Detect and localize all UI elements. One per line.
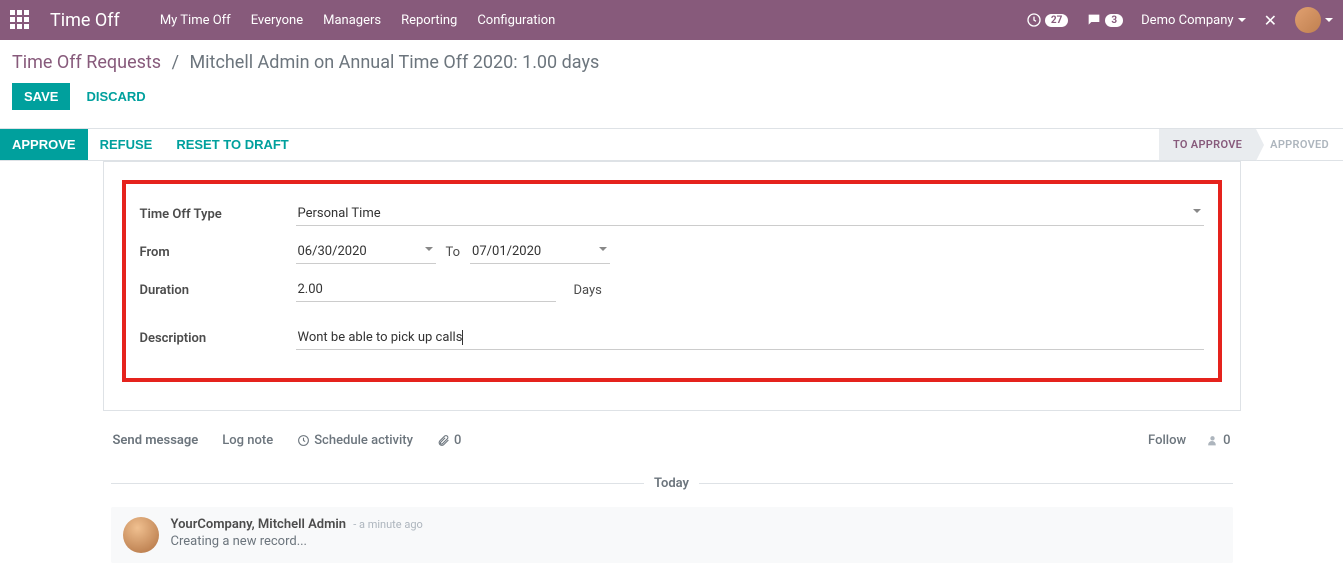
label-duration: Duration xyxy=(140,283,296,298)
row-from: From To xyxy=(140,240,1204,264)
chevron-down-icon[interactable] xyxy=(1193,209,1201,213)
follow-button[interactable]: Follow xyxy=(1148,433,1186,448)
description-input[interactable]: Wont be able to pick up calls xyxy=(296,326,1204,350)
chevron-down-icon xyxy=(1325,18,1333,22)
nav-configuration[interactable]: Configuration xyxy=(477,13,555,28)
row-description: Description Wont be able to pick up call… xyxy=(140,326,1204,350)
label-to: To xyxy=(446,245,461,260)
status-bar: Approve Refuse Reset to Draft To Approve… xyxy=(0,128,1343,161)
label-from: From xyxy=(140,245,296,260)
paperclip-icon xyxy=(437,434,450,447)
user-menu[interactable] xyxy=(1295,7,1333,33)
chevron-down-icon[interactable] xyxy=(599,247,607,251)
chat-badge: 3 xyxy=(1105,14,1123,27)
breadcrumb-root[interactable]: Time Off Requests xyxy=(12,52,161,73)
message-header: YourCompany, Mitchell Admin - a minute a… xyxy=(171,517,1221,532)
row-duration: Duration Days xyxy=(140,278,1204,302)
type-field-wrap xyxy=(296,202,1204,226)
message-body: YourCompany, Mitchell Admin - a minute a… xyxy=(171,517,1221,553)
divider-today-label: Today xyxy=(654,476,689,491)
row-type: Time Off Type xyxy=(140,202,1204,226)
attachments-button[interactable]: 0 xyxy=(437,433,461,448)
save-button[interactable]: Save xyxy=(12,83,70,110)
discard-button[interactable]: Discard xyxy=(86,89,145,104)
chevron-down-icon[interactable] xyxy=(425,247,433,251)
label-days: Days xyxy=(574,283,602,298)
chatter: Send message Log note Schedule activity … xyxy=(103,411,1241,579)
nav-everyone[interactable]: Everyone xyxy=(251,13,303,28)
duration-input[interactable] xyxy=(296,278,556,302)
description-value: Wont be able to pick up calls xyxy=(298,330,464,345)
breadcrumb-area: Time Off Requests / Mitchell Admin on An… xyxy=(0,40,1343,118)
company-name-label: Demo Company xyxy=(1141,13,1233,28)
from-date-input[interactable] xyxy=(296,240,436,264)
clock-icon xyxy=(1026,12,1042,28)
avatar xyxy=(1295,7,1321,33)
action-buttons: Save Discard xyxy=(12,83,1331,110)
approve-button[interactable]: Approve xyxy=(0,129,88,160)
divider-today: Today xyxy=(111,476,1233,491)
message: YourCompany, Mitchell Admin - a minute a… xyxy=(111,507,1233,563)
user-icon xyxy=(1206,434,1219,447)
topbar: Time Off My Time Off Everyone Managers R… xyxy=(0,0,1343,40)
timer-badge: 27 xyxy=(1045,14,1068,27)
avatar xyxy=(123,517,159,553)
to-date-input[interactable] xyxy=(470,240,610,264)
chat-icon xyxy=(1086,12,1102,28)
refuse-button[interactable]: Refuse xyxy=(88,137,165,152)
chat-pill[interactable]: 3 xyxy=(1086,12,1123,28)
breadcrumb-current: Mitchell Admin on Annual Time Off 2020: … xyxy=(189,52,599,73)
chevron-down-icon xyxy=(1238,18,1246,22)
time-off-type-input[interactable] xyxy=(296,202,1204,226)
apps-icon[interactable] xyxy=(10,10,30,30)
breadcrumb: Time Off Requests / Mitchell Admin on An… xyxy=(12,52,1331,73)
followers-button[interactable]: 0 xyxy=(1206,433,1230,448)
status-to-approve[interactable]: To Approve xyxy=(1159,129,1256,160)
breadcrumb-separator: / xyxy=(172,52,179,73)
clock-icon xyxy=(297,434,310,447)
nav-reporting[interactable]: Reporting xyxy=(401,13,457,28)
message-time: - a minute ago xyxy=(353,518,423,531)
send-message-button[interactable]: Send message xyxy=(113,433,199,448)
status-approved[interactable]: Approved xyxy=(1256,129,1343,160)
chatter-top: Send message Log note Schedule activity … xyxy=(111,427,1233,466)
message-author: YourCompany, Mitchell Admin xyxy=(171,517,347,532)
topbar-right: 27 3 Demo Company ✕ xyxy=(1026,7,1333,33)
schedule-activity-label: Schedule activity xyxy=(314,433,413,448)
schedule-activity-button[interactable]: Schedule activity xyxy=(297,433,413,448)
company-selector[interactable]: Demo Company xyxy=(1141,13,1245,28)
nav-my-time-off[interactable]: My Time Off xyxy=(160,13,231,28)
app-title: Time Off xyxy=(50,10,120,31)
nav-items: My Time Off Everyone Managers Reporting … xyxy=(160,13,555,28)
status-right: To Approve Approved xyxy=(1159,129,1343,160)
attachments-count: 0 xyxy=(454,433,461,448)
reset-to-draft-button[interactable]: Reset to Draft xyxy=(164,137,300,152)
label-description: Description xyxy=(140,331,296,346)
followers-count: 0 xyxy=(1223,433,1230,448)
timer-pill[interactable]: 27 xyxy=(1026,12,1068,28)
status-left: Approve Refuse Reset to Draft xyxy=(0,129,301,160)
highlight-box: Time Off Type From To Duration Days xyxy=(122,180,1222,382)
form-sheet: Time Off Type From To Duration Days xyxy=(103,161,1241,411)
message-text: Creating a new record... xyxy=(171,534,1221,549)
chatter-right: Follow 0 xyxy=(1148,433,1230,448)
label-type: Time Off Type xyxy=(140,207,296,222)
close-icon[interactable]: ✕ xyxy=(1264,11,1277,30)
log-note-button[interactable]: Log note xyxy=(222,433,273,448)
nav-managers[interactable]: Managers xyxy=(323,13,381,28)
